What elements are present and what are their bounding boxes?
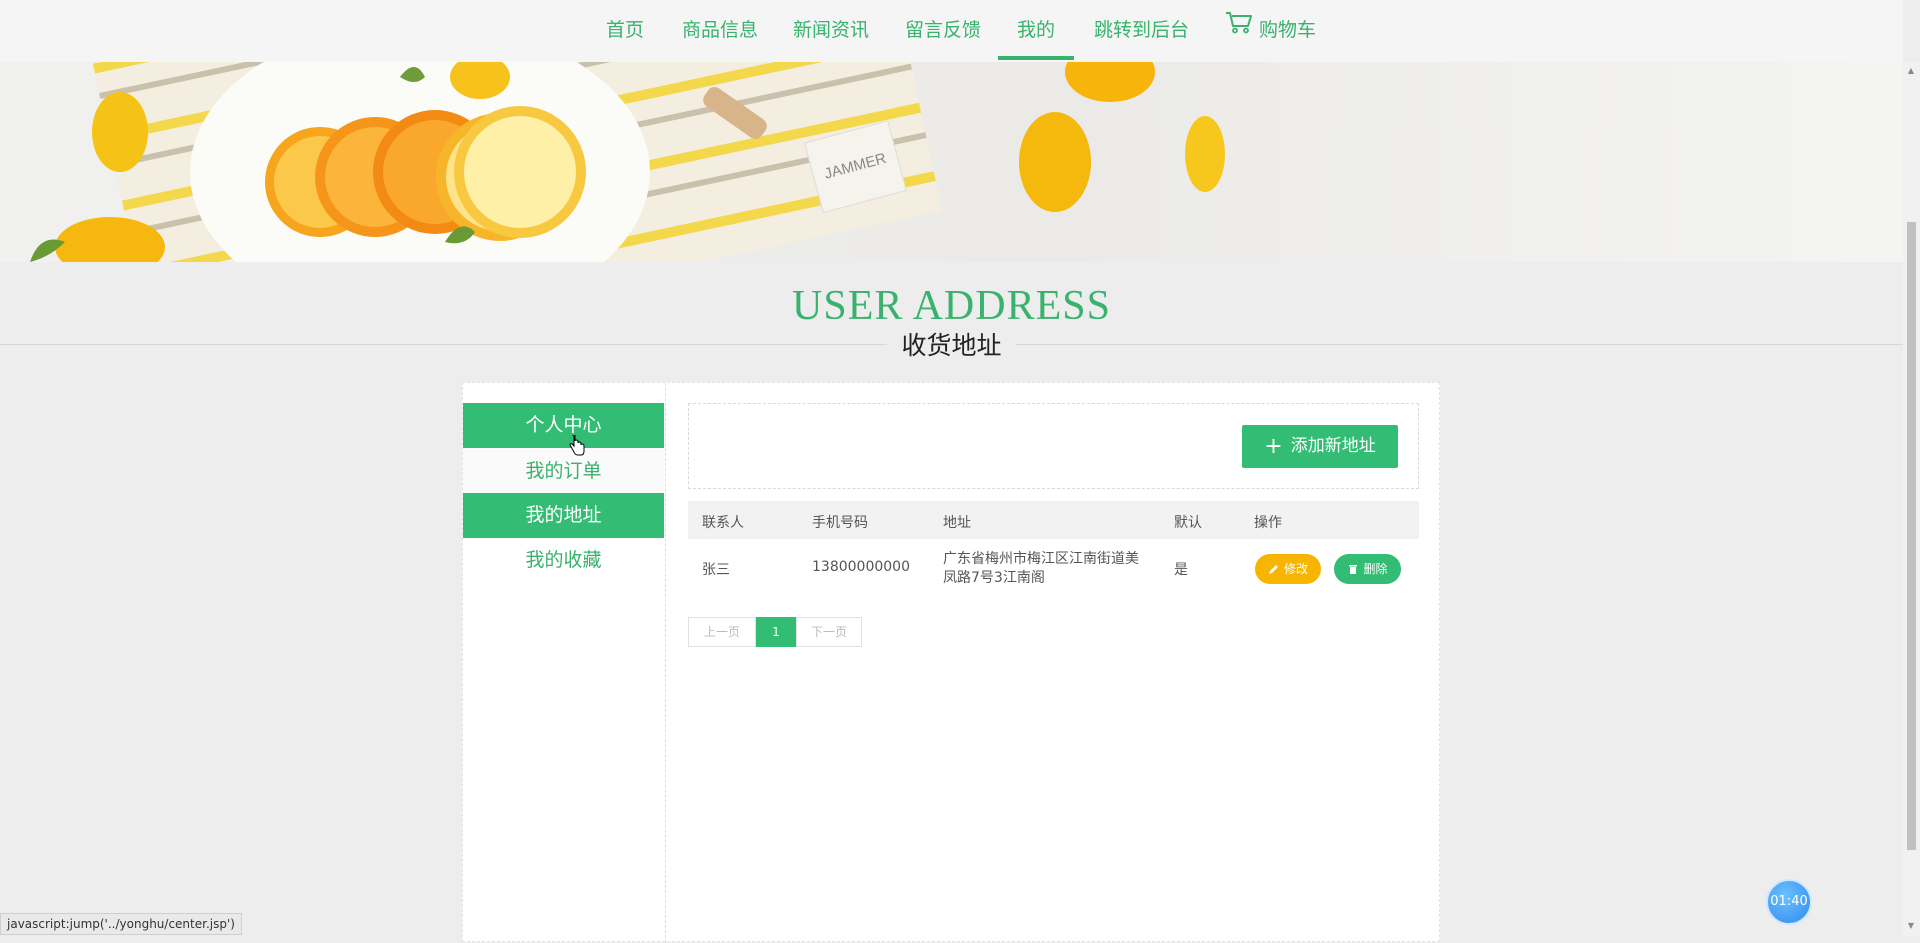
nav-cart-label: 购物车 [1259, 19, 1317, 41]
edit-label: 修改 [1283, 562, 1308, 576]
column-header-actions: 操作 [1254, 515, 1282, 531]
nav-news[interactable]: 新闻资讯 [793, 0, 869, 62]
delete-label: 删除 [1363, 562, 1388, 576]
pencil-icon [1268, 565, 1278, 574]
trash-icon [1349, 565, 1358, 574]
address-table-header: 联系人 手机号码 地址 默认 操作 [688, 501, 1419, 539]
plus-icon: + [1264, 434, 1283, 459]
table-row: 张三 13800000000 广东省梅州市梅江区江南街道美凤路7号3江南阁 是 … [688, 540, 1419, 596]
add-address-label: 添加新地址 [1290, 436, 1376, 456]
hand-cursor-icon [569, 432, 585, 461]
top-navigation: 首页 商品信息 新闻资讯 留言反馈 我的 跳转到后台 购物车 [0, 0, 1903, 63]
cell-address: 广东省梅州市梅江区江南街道美凤路7号3江南阁 [943, 551, 1139, 586]
banner-image: JAMMER [0, 62, 1903, 262]
nav-cart[interactable]: 购物车 [1225, 0, 1317, 62]
nav-home[interactable]: 首页 [606, 0, 644, 62]
column-header-address: 地址 [943, 515, 971, 531]
sidebar-divider [665, 383, 666, 943]
cell-default: 是 [1174, 562, 1188, 578]
prev-page-button[interactable]: 上一页 [688, 617, 756, 647]
pagination: 上一页 1 下一页 [688, 617, 862, 647]
cell-contact: 张三 [702, 562, 730, 578]
cart-icon [1225, 0, 1253, 58]
nav-admin[interactable]: 跳转到后台 [1094, 0, 1189, 62]
sidebar-item-profile[interactable]: 个人中心 [463, 403, 664, 448]
column-header-contact: 联系人 [702, 515, 744, 531]
column-header-default: 默认 [1174, 515, 1202, 531]
timer-badge[interactable]: 01:40 [1766, 879, 1812, 925]
page-subtitle-text: 收货地址 [887, 331, 1016, 360]
scroll-up-icon[interactable]: ▲ [1906, 66, 1916, 76]
cell-phone: 13800000000 [812, 559, 910, 575]
next-page-button[interactable]: 下一页 [796, 617, 862, 647]
sidebar-item-orders[interactable]: 我的订单 [463, 449, 664, 494]
status-bar: javascript:jump('../yonghu/center.jsp') [0, 913, 242, 935]
scrollbar-thumb[interactable] [1907, 222, 1916, 850]
add-address-button[interactable]: + 添加新地址 [1242, 425, 1398, 468]
nav-products[interactable]: 商品信息 [682, 0, 758, 62]
nav-feedback[interactable]: 留言反馈 [905, 0, 981, 62]
edit-button[interactable]: 修改 [1255, 554, 1321, 584]
delete-button[interactable]: 删除 [1334, 554, 1401, 584]
current-page-button[interactable]: 1 [756, 617, 796, 647]
sidebar-item-address[interactable]: 我的地址 [463, 493, 664, 538]
page-subtitle: 收货地址 [0, 329, 1903, 363]
sidebar-item-favorites[interactable]: 我的收藏 [463, 538, 664, 583]
page-title: USER ADDRESS [792, 283, 1111, 329]
nav-mine[interactable]: 我的 [998, 0, 1074, 62]
column-header-phone: 手机号码 [812, 515, 868, 531]
scroll-down-icon[interactable]: ▼ [1906, 921, 1916, 931]
